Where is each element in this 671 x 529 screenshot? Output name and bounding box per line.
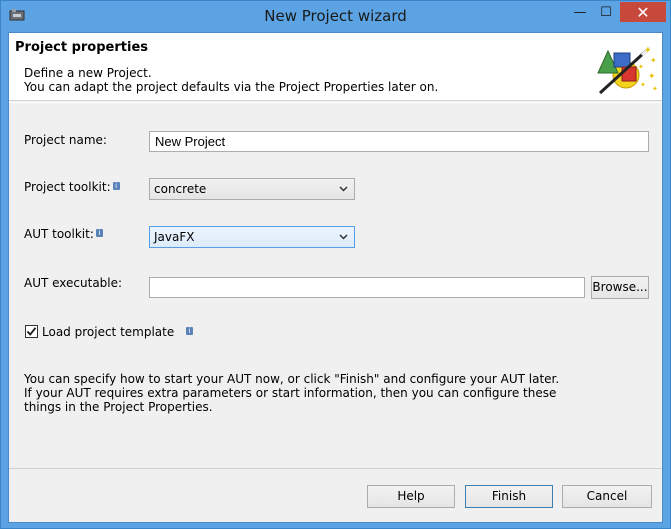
magic-wand-shapes-icon: ✦ ✦ ✦ ✦ ✦ ✦ [597, 45, 658, 95]
footer-separator [9, 468, 662, 469]
aut-executable-field[interactable] [149, 277, 585, 298]
wizard-window: New Project wizard — ☐ ✕ Project propert… [0, 0, 671, 529]
aut-executable-label: AUT executable: [24, 276, 123, 290]
aut-toolkit-value: JavaFX [154, 230, 195, 244]
load-template-label-text: Load project template [42, 325, 175, 339]
page-title: Project properties [15, 40, 148, 55]
maximize-icon: ☐ [600, 5, 612, 20]
aut-toolkit-label: AUT toolkit: i [24, 227, 103, 241]
browse-button[interactable]: Browse... [591, 276, 649, 299]
info-line-3: things in the Project Properties. [24, 400, 213, 414]
chevron-down-icon [339, 234, 348, 240]
chevron-down-icon [339, 186, 348, 192]
cancel-button[interactable]: Cancel [562, 485, 652, 508]
page-description: Define a new Project. You can adapt the … [24, 66, 438, 94]
finish-button[interactable]: Finish [465, 485, 553, 508]
svg-text:✦: ✦ [650, 56, 657, 65]
info-icon[interactable]: i [186, 327, 194, 335]
project-toolkit-label: Project toolkit: i [24, 180, 120, 194]
info-line-2: If your AUT requires extra parameters or… [24, 386, 557, 400]
load-template-label: Load project template i [42, 325, 194, 339]
help-button[interactable]: Help [367, 485, 455, 508]
wizard-header: Project properties Define a new Project.… [9, 33, 662, 101]
svg-text:✦: ✦ [638, 63, 644, 71]
project-toolkit-label-text: Project toolkit: [24, 180, 111, 194]
info-line-1: You can specify how to start your AUT no… [24, 372, 560, 386]
load-template-checkbox[interactable] [25, 325, 38, 338]
project-name-field[interactable]: New Project [149, 131, 649, 152]
svg-text:✦: ✦ [644, 46, 652, 56]
maximize-button[interactable]: ☐ [593, 2, 619, 23]
info-icon[interactable]: i [112, 182, 120, 190]
title-bar[interactable]: New Project wizard — ☐ ✕ [1, 1, 670, 32]
minimize-button[interactable]: — [567, 2, 593, 23]
svg-text:✦: ✦ [652, 85, 658, 93]
project-name-label: Project name: [24, 133, 107, 147]
aut-toolkit-select[interactable]: JavaFX [149, 226, 355, 248]
aut-toolkit-label-text: AUT toolkit: [24, 227, 94, 241]
aut-info-text: You can specify how to start your AUT no… [24, 372, 559, 414]
svg-text:✦: ✦ [648, 72, 656, 82]
description-line-2: You can adapt the project defaults via t… [24, 80, 439, 94]
close-button[interactable]: ✕ [620, 2, 666, 22]
info-icon[interactable]: i [95, 229, 103, 237]
close-icon: ✕ [636, 2, 650, 22]
dialog-client-area: Project properties Define a new Project.… [8, 32, 663, 523]
minimize-icon: — [573, 5, 587, 20]
svg-text:✦: ✦ [640, 81, 646, 89]
project-toolkit-value: concrete [154, 182, 207, 196]
checkmark-icon [26, 327, 37, 336]
description-line-1: Define a new Project. [24, 66, 152, 80]
project-toolkit-select[interactable]: concrete [149, 178, 355, 200]
header-separator [9, 102, 662, 103]
